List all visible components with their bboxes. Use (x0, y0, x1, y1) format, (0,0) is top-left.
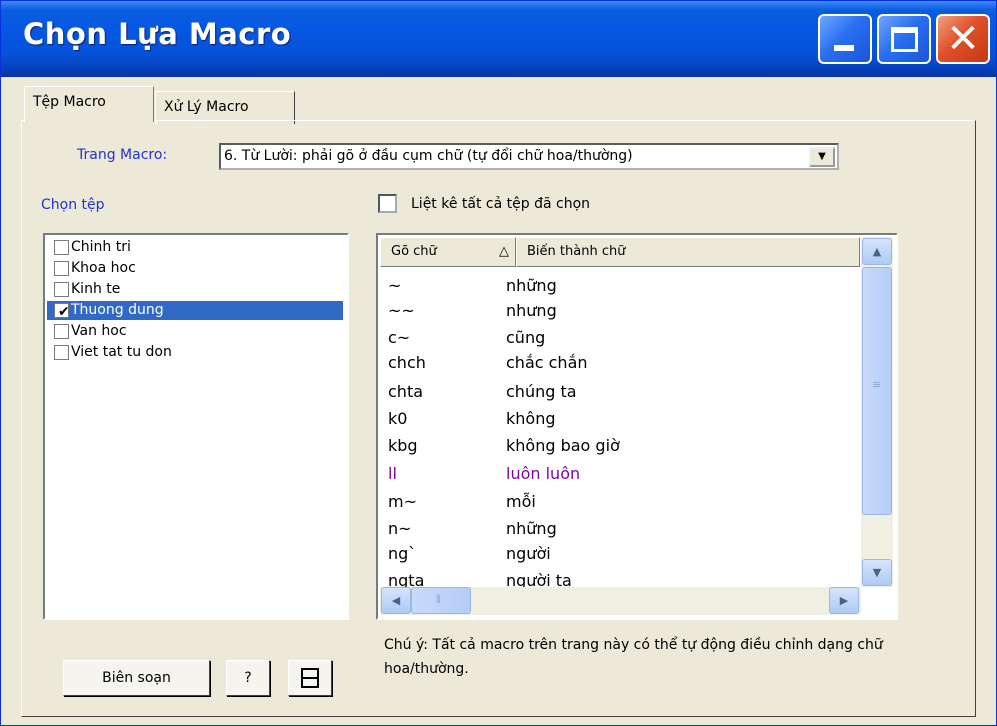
cell-typed: chta (388, 382, 424, 401)
macro-table[interactable]: Gõ chữ △ Biến thành chữ ~ những ~~ nhưng c… (376, 233, 898, 620)
list-all-checkbox[interactable] (378, 194, 397, 213)
file-item-van-hoc[interactable]: Van hoc (51, 322, 127, 341)
file-item-viet-tat-tu-don[interactable]: Viet tat tu don (51, 343, 172, 362)
note-text: Chú ý: Tất cả macro trên trang này có th… (384, 637, 883, 677)
cell-replacement: chúng ta (506, 382, 577, 401)
horizontal-scrollbar[interactable]: ◀ ⦀ ▶ (380, 587, 861, 615)
cell-typed: ng` (388, 544, 417, 563)
cell-replacement: chắc chắn (506, 353, 588, 372)
maximize-icon (891, 27, 918, 52)
checkbox[interactable] (54, 345, 69, 360)
scroll-down-button[interactable]: ▼ (862, 559, 892, 586)
cell-typed: ll (388, 464, 397, 483)
cell-typed: m~ (388, 492, 417, 511)
sort-ascending-icon: △ (499, 244, 509, 259)
file-item-label: Khoa hoc (71, 260, 136, 276)
file-item-label: Viet tat tu don (71, 344, 172, 360)
cell-typed: ~~ (388, 301, 415, 320)
help-button[interactable]: ? (226, 660, 270, 696)
file-item-label: Thuong dung (71, 302, 164, 318)
scroll-left-button[interactable]: ◀ (381, 587, 411, 614)
vertical-scroll-thumb[interactable]: ≡ (862, 267, 892, 515)
edit-button[interactable]: Biên soạn (63, 660, 210, 696)
checkbox[interactable] (54, 324, 69, 339)
table-header: Gõ chữ △ Biến thành chữ (380, 237, 860, 267)
cell-typed: ~ (388, 276, 402, 295)
checkbox[interactable] (54, 282, 69, 297)
title-bar[interactable]: Chọn Lựa Macro ✕ (1, 1, 996, 77)
checkbox[interactable] (54, 261, 69, 276)
cell-replacement: người (506, 544, 551, 563)
file-item-label: Chinh tri (71, 239, 131, 255)
cell-typed: c~ (388, 328, 411, 347)
vertical-scrollbar[interactable]: ▲ ≡ ▼ (861, 237, 893, 587)
horizontal-scroll-thumb[interactable]: ⦀ (411, 587, 471, 614)
chevron-up-icon: ▲ (872, 245, 882, 258)
cell-typed: chch (388, 353, 426, 372)
layout-toggle-button[interactable] (288, 660, 332, 696)
file-item-label: Van hoc (71, 323, 127, 339)
tab-macro-processing-label: Xử Lý Macro (164, 99, 249, 115)
choose-file-label: Chọn tệp (41, 197, 105, 213)
help-button-label: ? (244, 670, 252, 686)
cell-replacement: những (506, 519, 557, 538)
column-header-label: Biến thành chữ (527, 244, 626, 259)
cell-replacement: không (506, 409, 556, 428)
cell-typed: kbg (388, 436, 418, 455)
column-header-replacement[interactable]: Biến thành chữ (516, 237, 860, 267)
chevron-right-icon: ▶ (839, 594, 849, 607)
tab-macro-files[interactable]: Tệp Macro (24, 86, 154, 122)
file-item-khoa-hoc[interactable]: Khoa hoc (51, 259, 136, 278)
grip-icon: ⦀ (436, 593, 441, 606)
column-header-typed[interactable]: Gõ chữ △ (380, 237, 516, 267)
minimize-button[interactable] (818, 14, 872, 64)
cell-replacement: nhưng (506, 301, 557, 320)
cell-typed: n~ (388, 519, 412, 538)
macro-page-label: Trang Macro: (77, 147, 168, 163)
file-list[interactable]: Chinh tri Khoa hoc Kinh te ✔ Thuong dung … (43, 233, 349, 620)
file-item-kinh-te[interactable]: Kinh te (51, 280, 120, 299)
cell-replacement: cũng (506, 328, 546, 347)
window-title: Chọn Lựa Macro (23, 17, 292, 51)
cell-replacement: không bao giờ (506, 436, 620, 455)
cell-replacement: mỗi (506, 492, 536, 511)
file-item-thuong-dung[interactable]: ✔ Thuong dung (47, 301, 343, 320)
cell-replacement: những (506, 276, 557, 295)
checkbox[interactable] (54, 240, 69, 255)
split-view-icon (301, 668, 319, 688)
cell-replacement: luôn luôn (506, 464, 581, 483)
dropdown-button[interactable]: ▼ (809, 147, 835, 167)
macro-dialog: Chọn Lựa Macro ✕ Tệp Macro Xử Lý Macro T… (0, 0, 997, 726)
checkmark-icon: ✔ (58, 304, 70, 320)
minimize-icon (834, 45, 854, 51)
chevron-down-icon: ▼ (818, 151, 826, 162)
file-item-label: Kinh te (71, 281, 121, 297)
grip-icon: ≡ (872, 378, 882, 391)
macro-page-value: 6. Từ Lười: phải gõ ở đầu cụm chữ (tự đổ… (224, 148, 633, 164)
scroll-right-button[interactable]: ▶ (829, 587, 859, 614)
chevron-left-icon: ◀ (391, 594, 401, 607)
list-all-label: Liệt kê tất cả tệp đã chọn (411, 196, 591, 212)
chevron-down-icon: ▼ (872, 566, 882, 579)
column-header-label: Gõ chữ (391, 244, 437, 259)
file-item-chinh-tri[interactable]: Chinh tri (51, 238, 131, 257)
close-icon: ✕ (946, 16, 980, 62)
tab-macro-files-label: Tệp Macro (33, 94, 106, 110)
checkbox[interactable]: ✔ (54, 303, 70, 320)
macro-page-select[interactable]: 6. Từ Lười: phải gõ ở đầu cụm chữ (tự đổ… (219, 143, 839, 170)
close-button[interactable]: ✕ (936, 14, 990, 64)
cell-typed: k0 (388, 409, 408, 428)
edit-button-label: Biên soạn (102, 670, 171, 686)
scroll-up-button[interactable]: ▲ (862, 238, 892, 265)
maximize-button[interactable] (877, 14, 931, 64)
